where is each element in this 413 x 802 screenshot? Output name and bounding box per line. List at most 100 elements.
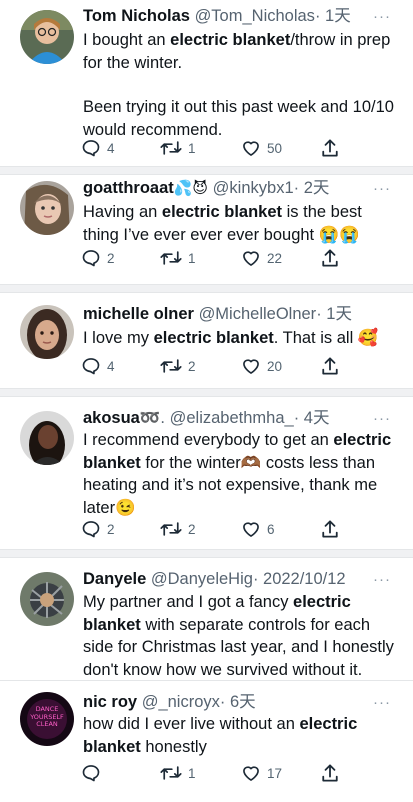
more-options-icon[interactable]: ···: [373, 411, 391, 426]
like-button[interactable]: 17: [241, 763, 282, 783]
share-button[interactable]: [321, 519, 339, 539]
avatar[interactable]: [20, 572, 74, 626]
retweet-count: 2: [188, 521, 196, 537]
tweet-text: My partner and I got a fancy electric bl…: [83, 591, 401, 681]
display-name[interactable]: goatthroaat: [83, 179, 174, 197]
retweet-icon: [160, 356, 182, 376]
tweet-actions: 2 1 22: [81, 248, 351, 268]
user-handle[interactable]: @DanyeleHig: [151, 570, 253, 588]
user-handle[interactable]: @kinkybx1: [213, 179, 294, 197]
display-name[interactable]: nic roy: [83, 693, 137, 711]
like-button[interactable]: 6: [241, 519, 275, 539]
like-button[interactable]: 22: [241, 248, 282, 268]
tweet-6[interactable]: DANCE YOURSELF CLEAN nic roy @_nicroyx· …: [0, 681, 413, 802]
more-options-icon[interactable]: ···: [373, 181, 391, 196]
tweet-separator: [0, 166, 413, 175]
tweet-time[interactable]: · 2022/10/12: [253, 570, 346, 588]
tweet-2[interactable]: goatthroaat💦😈 @kinkybx1· 2天 ··· Having a…: [0, 175, 413, 284]
name-emoji: ➿.: [139, 409, 166, 427]
retweet-button[interactable]: 1: [160, 138, 196, 158]
tweet-separator: [0, 284, 413, 293]
tweet-actions: 4 1 50: [81, 138, 351, 158]
reply-count: 4: [107, 140, 115, 156]
tweet-3[interactable]: michelle olner @MichelleOlner· 1天 I love…: [0, 293, 413, 388]
retweet-icon: [160, 763, 182, 783]
avatar[interactable]: [20, 305, 74, 359]
text-keyword: electric blanket: [161, 203, 283, 221]
tweet-actions: 4 2 20: [81, 356, 351, 376]
retweet-count: 2: [188, 358, 196, 374]
tweet-time[interactable]: · 2天: [294, 179, 330, 197]
heart-icon: [241, 138, 261, 158]
retweet-button[interactable]: 1: [160, 763, 196, 783]
more-options-icon[interactable]: ···: [373, 695, 391, 710]
like-count: 6: [267, 521, 275, 537]
avatar[interactable]: [20, 181, 74, 235]
heart-icon: [241, 763, 261, 783]
avatar[interactable]: DANCE YOURSELF CLEAN: [20, 692, 74, 746]
reply-icon: [81, 763, 101, 783]
text-keyword: electric blanket: [153, 329, 274, 347]
text-part: honestly: [140, 737, 207, 756]
retweet-button[interactable]: 1: [160, 248, 196, 268]
tweet-actions: 1 17: [81, 763, 351, 783]
user-handle[interactable]: @elizabethmha_: [170, 409, 294, 427]
reply-button[interactable]: 4: [81, 138, 115, 158]
retweet-count: 1: [188, 140, 196, 156]
reply-button[interactable]: 2: [81, 248, 115, 268]
share-button[interactable]: [321, 138, 339, 158]
retweet-button[interactable]: 2: [160, 356, 196, 376]
share-icon: [321, 763, 339, 783]
heart-icon: [241, 248, 261, 268]
reply-button[interactable]: 2: [81, 519, 115, 539]
reply-count: 2: [107, 521, 115, 537]
user-handle[interactable]: @Tom_Nicholas: [195, 7, 315, 25]
user-handle[interactable]: @MichelleOlner: [199, 305, 317, 323]
share-icon: [321, 248, 339, 268]
tweet-time[interactable]: · 1天: [315, 7, 351, 25]
share-button[interactable]: [321, 356, 339, 376]
text-part: . That is all 🥰: [273, 329, 379, 347]
text-keyword: electric blanket: [170, 31, 291, 49]
more-options-icon[interactable]: ···: [373, 572, 391, 587]
name-emoji: 💦😈: [173, 179, 209, 197]
like-button[interactable]: 50: [241, 138, 282, 158]
tweet-header: michelle olner @MichelleOlner· 1天: [83, 303, 373, 325]
reply-button[interactable]: [81, 763, 101, 783]
tweet-header: nic roy @_nicroyx· 6天: [83, 691, 373, 713]
share-icon: [321, 519, 339, 539]
like-count: 50: [267, 140, 283, 156]
tweet-4[interactable]: akosua➿. @elizabethmha_· 4天 ··· I recomm…: [0, 397, 413, 549]
share-button[interactable]: [321, 248, 339, 268]
tweet-time[interactable]: · 4天: [294, 409, 330, 427]
tweet-time[interactable]: · 1天: [316, 305, 352, 323]
tweet-paragraph-2: Been trying it out this past week and 10…: [83, 98, 394, 139]
user-handle[interactable]: @_nicroyx: [142, 693, 220, 711]
retweet-button[interactable]: 2: [160, 519, 196, 539]
heart-icon: [241, 519, 261, 539]
tweet-5[interactable]: Danyele @DanyeleHig· 2022/10/12 ··· My p…: [0, 558, 413, 681]
tweet-text: I love my electric blanket. That is all …: [83, 327, 401, 350]
avatar[interactable]: [20, 411, 74, 465]
reply-icon: [81, 248, 101, 268]
tweet-1[interactable]: Tom Nicholas @Tom_Nicholas· 1天 ··· I bou…: [0, 0, 413, 166]
reply-icon: [81, 356, 101, 376]
display-name[interactable]: akosua: [83, 409, 140, 427]
more-options-icon[interactable]: ···: [373, 9, 391, 24]
text-part: I bought an: [83, 31, 171, 49]
reply-button[interactable]: 4: [81, 356, 115, 376]
like-count: 17: [267, 765, 283, 781]
share-button[interactable]: [321, 763, 339, 783]
display-name[interactable]: Tom Nicholas: [83, 7, 190, 25]
display-name[interactable]: Danyele: [83, 570, 146, 588]
retweet-count: 1: [188, 765, 196, 781]
like-button[interactable]: 20: [241, 356, 282, 376]
tweet-actions: 2 2 6: [81, 519, 351, 539]
display-name[interactable]: michelle olner: [83, 305, 194, 323]
retweet-icon: [160, 138, 182, 158]
tweet-time[interactable]: · 6天: [220, 693, 256, 711]
retweet-icon: [160, 248, 182, 268]
tweet-text: how did I ever live without an electric …: [83, 713, 401, 758]
avatar[interactable]: [20, 10, 74, 64]
tweet-header: Tom Nicholas @Tom_Nicholas· 1天: [83, 5, 373, 27]
